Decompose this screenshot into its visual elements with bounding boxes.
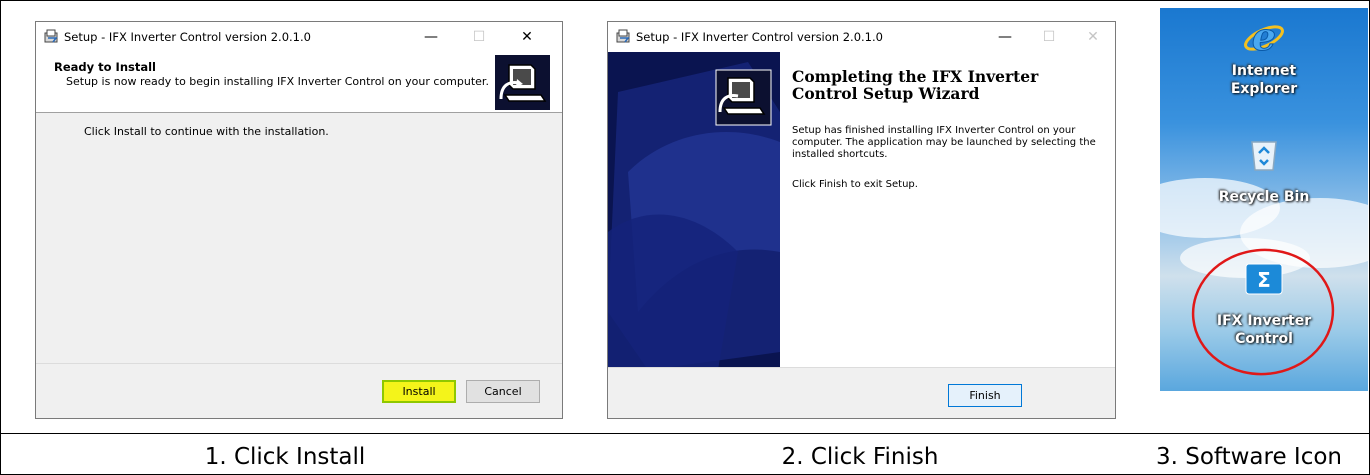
- cancel-button[interactable]: Cancel: [466, 380, 540, 403]
- setup-app-icon: [616, 29, 630, 43]
- window-title: Setup - IFX Inverter Control version 2.0…: [64, 30, 311, 44]
- setup-window-completing: Setup - IFX Inverter Control version 2.0…: [607, 21, 1116, 419]
- close-button[interactable]: ✕: [1070, 22, 1116, 52]
- maximize-button[interactable]: ☐: [456, 22, 502, 52]
- completion-heading: Completing the IFX Inverter Control Setu…: [792, 67, 1039, 103]
- wizard-footer: Install Cancel: [36, 363, 562, 418]
- page-title: Ready to Install: [54, 60, 157, 74]
- banner-graphic: [608, 52, 780, 370]
- minimize-button[interactable]: —: [408, 22, 454, 52]
- title-bar[interactable]: Setup - IFX Inverter Control version 2.0…: [608, 22, 1115, 52]
- completion-message: Setup has finished installing IFX Invert…: [792, 125, 1096, 160]
- install-button[interactable]: Install: [382, 380, 456, 403]
- exit-instruction: Click Finish to exit Setup.: [792, 179, 918, 190]
- wizard-header: Ready to Install Setup is now ready to b…: [36, 52, 562, 113]
- title-bar[interactable]: Setup - IFX Inverter Control version 2.0…: [36, 22, 562, 52]
- wizard-body: Click Install to continue with the insta…: [36, 113, 562, 364]
- maximize-button[interactable]: ☐: [1026, 22, 1072, 52]
- caption-divider: [0, 433, 1370, 434]
- window-title: Setup - IFX Inverter Control version 2.0…: [636, 30, 883, 44]
- minimize-button[interactable]: —: [982, 22, 1028, 52]
- close-button[interactable]: ✕: [504, 22, 550, 52]
- finish-button[interactable]: Finish: [948, 384, 1022, 407]
- red-circle-annotation: [1191, 248, 1335, 376]
- caption-step-2: 2. Click Finish: [781, 444, 939, 470]
- caption-step-1: 1. Click Install: [204, 444, 366, 470]
- instruction-text: Click Install to continue with the insta…: [84, 125, 329, 138]
- setup-computer-icon: [495, 55, 550, 110]
- wizard-footer: Finish: [608, 367, 1115, 418]
- desktop-panel: e Internet Explorer Recycle Bin Σ IFX In…: [1160, 8, 1368, 391]
- wizard-main-panel: Completing the IFX Inverter Control Setu…: [780, 52, 1115, 370]
- setup-app-icon: [44, 29, 58, 43]
- setup-window-ready-to-install: Setup - IFX Inverter Control version 2.0…: [35, 21, 563, 419]
- page-subtitle: Setup is now ready to begin installing I…: [66, 75, 489, 88]
- wizard-banner-image: [608, 52, 780, 370]
- caption-step-3: 3. Software Icon: [1155, 444, 1343, 470]
